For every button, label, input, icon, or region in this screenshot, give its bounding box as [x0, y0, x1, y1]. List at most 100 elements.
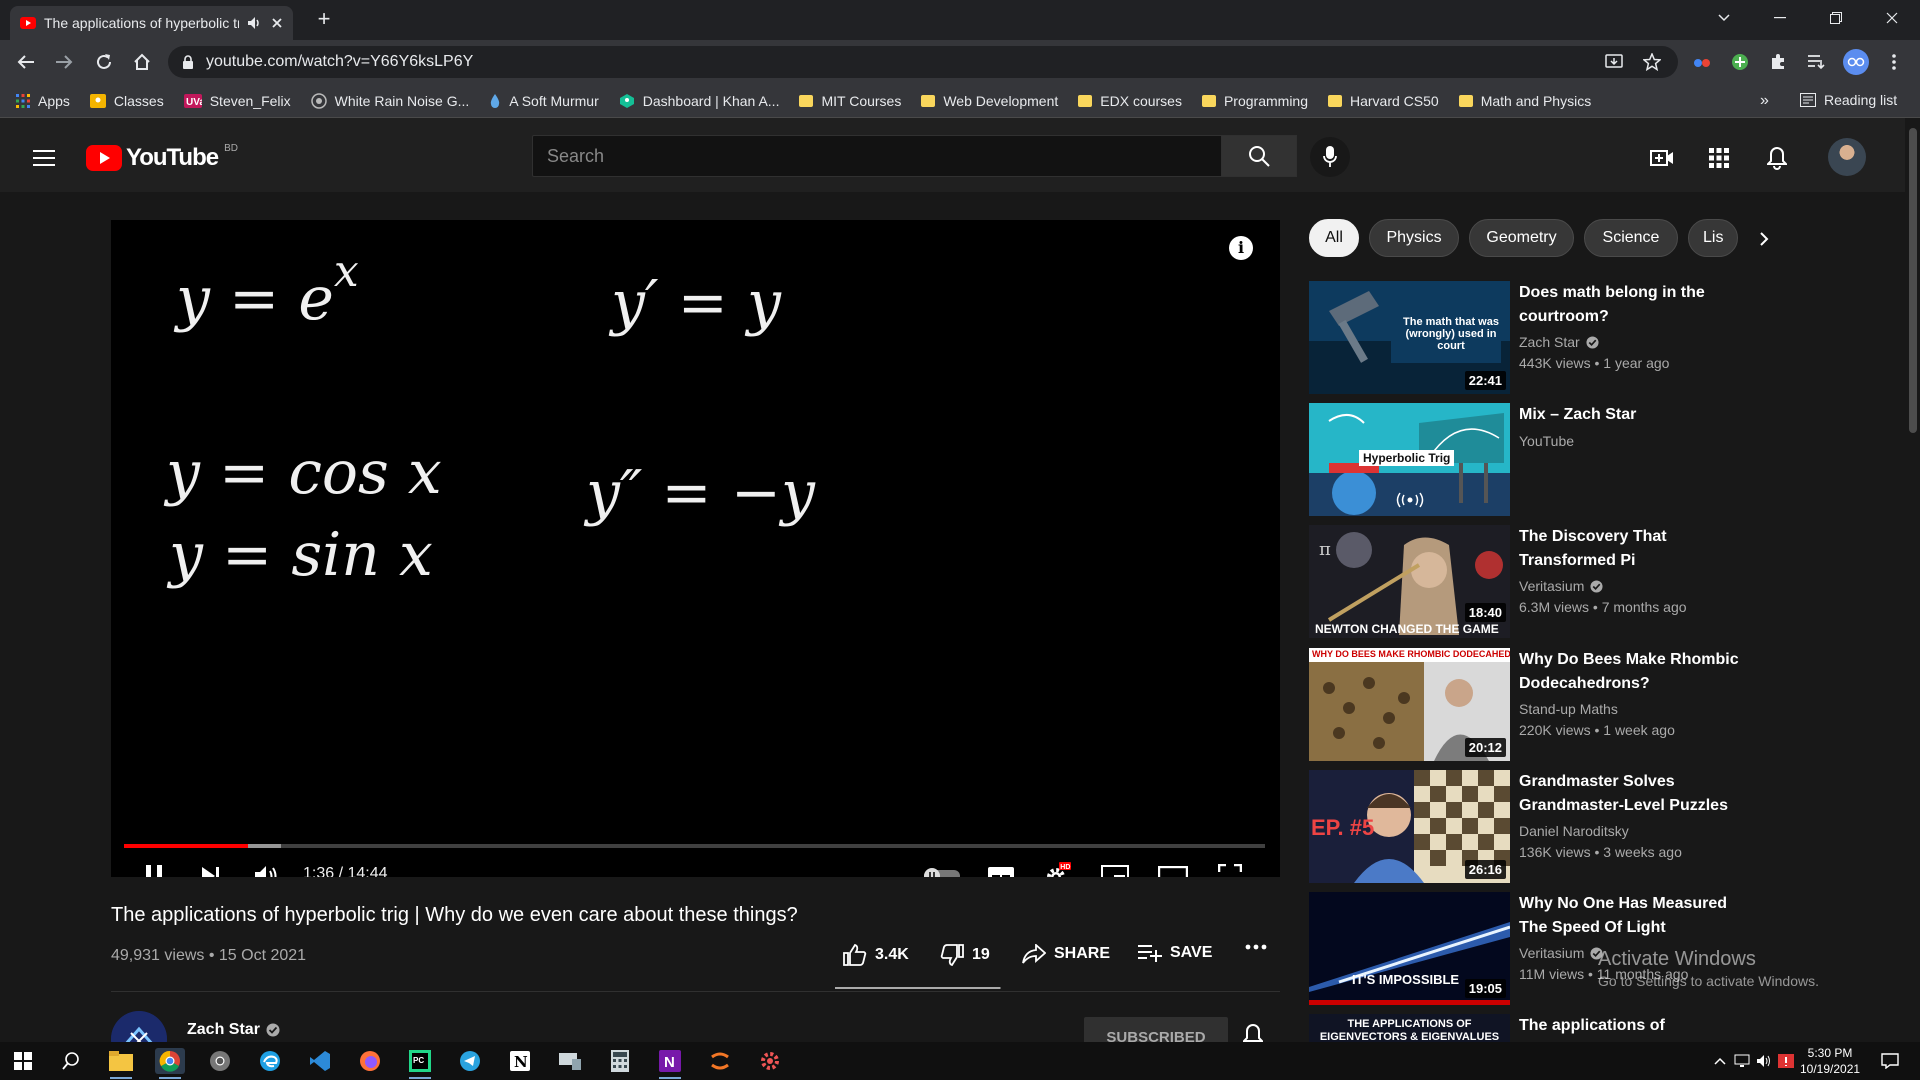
related-video[interactable]: The math that was (wrongly) used in cour… [1309, 281, 1869, 394]
bookmark-folder-mit[interactable]: MIT Courses [799, 93, 901, 109]
bookmarks-overflow-button[interactable]: » [1760, 92, 1769, 110]
dislike-button[interactable]: 19 [940, 944, 990, 966]
notion-icon[interactable]: N [505, 1048, 535, 1074]
bookmark-white-rain-noise[interactable]: White Rain Noise G... [310, 93, 469, 109]
video-info-icon[interactable]: i [1229, 236, 1253, 260]
subtitles-button[interactable] [985, 860, 1017, 877]
vscode-icon[interactable] [305, 1048, 335, 1074]
share-button[interactable]: SHARE [1022, 944, 1110, 964]
channel-avatar[interactable] [111, 1011, 167, 1042]
security-alert-icon[interactable] [1778, 1053, 1794, 1069]
account-avatar[interactable] [1828, 138, 1866, 176]
minimize-button[interactable] [1752, 0, 1808, 36]
extensions-puzzle-icon[interactable] [1768, 52, 1788, 72]
tab-close-icon[interactable] [271, 17, 283, 29]
video-thumbnail[interactable]: WHY DO BEES MAKE RHOMBIC DODECAHEDRONS? … [1309, 648, 1510, 761]
taskbar-search-icon[interactable] [56, 1048, 86, 1074]
new-tab-button[interactable]: + [310, 8, 338, 32]
chips-next-arrow-icon[interactable] [1752, 227, 1776, 251]
related-video[interactable]: THE APPLICATIONS OF EIGENVECTORS & EIGEN… [1309, 1014, 1869, 1042]
related-video[interactable]: WHY DO BEES MAKE RHOMBIC DODECAHEDRONS? … [1309, 648, 1869, 761]
chrome-icon[interactable] [155, 1048, 185, 1079]
save-button[interactable]: SAVE [1138, 944, 1212, 962]
like-button[interactable]: 3.4K [843, 944, 909, 966]
search-input[interactable]: Search [532, 135, 1222, 177]
bookmark-steven-felix[interactable]: UVa Steven_Felix [183, 93, 291, 109]
reload-button[interactable] [92, 50, 116, 74]
address-bar[interactable]: youtube.com/watch?v=Y66Y6ksLP6Y [168, 46, 1678, 78]
settings-app-icon[interactable] [755, 1048, 785, 1074]
related-video[interactable]: π NEWTON CHANGED THE GAME 18:40 The Disc… [1309, 525, 1869, 638]
forward-button[interactable] [52, 50, 76, 74]
voice-search-button[interactable] [1310, 137, 1350, 177]
next-video-button[interactable] [195, 860, 227, 877]
windows-start-icon[interactable] [8, 1048, 38, 1074]
fullscreen-button[interactable] [1214, 860, 1246, 877]
pycharm-icon[interactable]: PC [405, 1048, 435, 1079]
bookmark-classes[interactable]: Classes [89, 93, 164, 109]
chip-science[interactable]: Science [1584, 219, 1678, 257]
youtube-logo[interactable]: YouTube BD [86, 143, 238, 172]
jupyter-icon[interactable] [705, 1048, 735, 1074]
progress-bar[interactable] [124, 844, 1265, 848]
settings-gear-icon[interactable]: HD [1041, 860, 1073, 877]
telegram-icon[interactable] [455, 1048, 485, 1074]
search-button[interactable] [1221, 135, 1297, 177]
create-video-icon[interactable] [1648, 144, 1676, 172]
edge-icon[interactable] [255, 1048, 285, 1074]
bookmark-folder-edx[interactable]: EDX courses [1078, 93, 1182, 109]
related-mix[interactable]: Hyperbolic Trig Mix – Zach Star YouTube [1309, 403, 1869, 516]
speaker-icon[interactable] [1756, 1053, 1772, 1069]
notifications-bell-icon[interactable] [1763, 144, 1791, 172]
miniplayer-button[interactable] [1099, 860, 1131, 877]
channel-notification-bell-icon[interactable] [1243, 1024, 1263, 1042]
video-thumbnail[interactable]: EP. #5 26:16 [1309, 770, 1510, 883]
chip-physics[interactable]: Physics [1369, 219, 1459, 257]
browser-menu-icon[interactable] [1884, 52, 1904, 72]
bookmark-khan-academy[interactable]: Dashboard | Khan A... [619, 93, 779, 109]
video-player[interactable]: y = ex y′ = y y = cos x y = sin x y″ = −… [111, 220, 1280, 877]
chrome-profile-icon[interactable] [205, 1048, 235, 1074]
close-window-button[interactable] [1864, 0, 1920, 36]
onenote-icon[interactable]: N [655, 1048, 685, 1079]
bookmark-soft-murmur[interactable]: A Soft Murmur [489, 93, 599, 109]
reading-list-button[interactable]: Reading list [1800, 92, 1897, 108]
calculator-icon[interactable] [605, 1048, 635, 1074]
bookmark-apps[interactable]: Apps [16, 93, 70, 109]
channel-name[interactable]: Zach Star [187, 1021, 280, 1039]
browser-tab-active[interactable]: The applications of hyperbolic trig [10, 6, 293, 40]
apps-grid-icon[interactable] [1705, 144, 1733, 172]
file-explorer-icon[interactable] [106, 1048, 136, 1079]
bookmark-folder-webdev[interactable]: Web Development [921, 93, 1058, 109]
devices-icon[interactable] [555, 1048, 585, 1074]
notification-center-icon[interactable] [1880, 1051, 1900, 1071]
network-icon[interactable] [1734, 1053, 1750, 1069]
volume-button[interactable] [251, 860, 283, 877]
tab-audio-icon[interactable] [247, 16, 263, 30]
tab-search-button[interactable] [1696, 0, 1752, 36]
subscribe-button[interactable]: SUBSCRIBED [1084, 1017, 1228, 1042]
bookmark-star-icon[interactable] [1642, 52, 1662, 72]
video-thumbnail[interactable]: THE APPLICATIONS OF EIGENVECTORS & EIGEN… [1309, 1014, 1510, 1042]
install-app-icon[interactable] [1604, 52, 1624, 72]
video-thumbnail[interactable]: The math that was (wrongly) used in cour… [1309, 281, 1510, 394]
video-thumbnail[interactable]: IT'S IMPOSSIBLE 19:05 [1309, 892, 1510, 1005]
restore-button[interactable] [1808, 0, 1864, 36]
autoplay-toggle[interactable] [921, 860, 963, 877]
bookmark-folder-cs50[interactable]: Harvard CS50 [1328, 93, 1439, 109]
theater-mode-button[interactable] [1157, 860, 1189, 877]
bookmark-folder-math-physics[interactable]: Math and Physics [1458, 93, 1591, 109]
firefox-icon[interactable] [355, 1048, 385, 1074]
extension-green-icon[interactable] [1730, 52, 1750, 72]
more-actions-button[interactable] [1245, 944, 1267, 950]
chip-geometry[interactable]: Geometry [1469, 219, 1574, 257]
related-video[interactable]: IT'S IMPOSSIBLE 19:05 Why No One Has Mea… [1309, 892, 1869, 1005]
chip-lists[interactable]: Lis [1688, 219, 1738, 257]
bookmark-folder-programming[interactable]: Programming [1201, 93, 1308, 109]
home-button[interactable] [130, 50, 154, 74]
tray-overflow-icon[interactable] [1712, 1053, 1728, 1069]
related-video[interactable]: EP. #5 26:16 Grandmaster Solves Grandmas… [1309, 770, 1869, 883]
chip-all[interactable]: All [1309, 219, 1359, 257]
extension-glasses-icon[interactable] [1692, 52, 1712, 72]
pause-button[interactable] [138, 860, 170, 877]
